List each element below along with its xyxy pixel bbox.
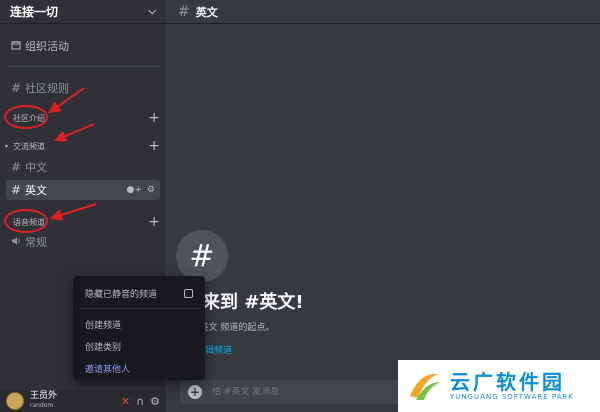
sidebar-item-events[interactable]: 组织活动 (6, 36, 160, 56)
mic-muted-icon[interactable]: ✕ (121, 395, 130, 408)
speaker-icon (11, 235, 25, 249)
gear-icon[interactable]: ⚙ (147, 185, 155, 195)
calendar-icon (11, 39, 25, 53)
channel-label: 中文 (25, 161, 47, 174)
avatar[interactable] (6, 392, 24, 410)
menu-item-label: 隐藏已静音的频道 (85, 289, 158, 300)
channel-title: 英文 (195, 5, 218, 19)
gear-icon[interactable]: ⚙ (150, 395, 160, 408)
category-label: 交流频道 (13, 141, 45, 151)
channel-label: 英文 (25, 184, 47, 197)
annotation-ellipse (4, 105, 48, 129)
menu-invite[interactable]: 邀请其他人 (79, 357, 199, 379)
menu-create-channel[interactable]: 创建频道 (79, 313, 199, 335)
category-chat[interactable]: ▾ 交流频道 + (2, 139, 160, 153)
channel-rules[interactable]: # 社区规则 (6, 78, 160, 98)
hash-icon: # (176, 230, 228, 282)
menu-create-category[interactable]: 创建类别 (79, 335, 199, 357)
menu-item-label: 邀请其他人 (85, 364, 131, 375)
headphones-icon[interactable]: ∩ (136, 395, 144, 408)
server-name: 连接一切 (10, 5, 59, 19)
add-attachment-icon[interactable]: + (188, 385, 202, 399)
user-panel: 王员外 random ✕ ∩ ⚙ (0, 390, 166, 412)
message-input[interactable] (212, 387, 412, 397)
hash-icon: # (11, 160, 22, 174)
watermark-en: YUNGUANG SOFTWARE PARK (450, 393, 574, 401)
hash-icon: # (11, 81, 22, 95)
menu-separator (79, 308, 199, 309)
sidebar-item-label: 组织活动 (25, 40, 69, 53)
menu-item-label: 创建类别 (85, 342, 122, 353)
plus-icon[interactable]: + (148, 139, 160, 153)
channel-label: 社区规则 (25, 82, 69, 95)
caret-down-icon: ▾ (5, 142, 9, 150)
add-member-icon[interactable]: ●+ (127, 185, 142, 195)
voice-channel-general[interactable]: 常规 (6, 232, 160, 252)
user-name: 王员外 (30, 391, 58, 401)
watermark-logo (410, 373, 440, 400)
server-header[interactable]: 连接一切 ⌵ (0, 0, 166, 24)
channel-chinese[interactable]: # 中文 (6, 157, 160, 177)
plus-icon[interactable]: + (148, 215, 160, 229)
plus-icon[interactable]: + (148, 111, 160, 125)
checkbox[interactable] (184, 288, 193, 298)
chevron-down-icon: ⌵ (148, 6, 156, 17)
user-tag: random (30, 402, 54, 409)
watermark-cn: 云广软件园 (450, 370, 565, 394)
channel-header: # 英文 (166, 0, 600, 24)
channel-english[interactable]: # 英文 ●+ ⚙ (6, 180, 160, 200)
menu-hide-muted[interactable]: 隐藏已静音的频道 (79, 282, 199, 304)
hash-icon: # (178, 3, 190, 20)
annotation-ellipse (4, 209, 48, 233)
context-menu: 隐藏已静音的频道 创建频道 创建类别 邀请其他人 (73, 276, 205, 380)
hash-icon: # (11, 183, 22, 197)
watermark: 云广软件园 YUNGUANG SOFTWARE PARK (398, 360, 600, 412)
divider (6, 66, 160, 67)
menu-item-label: 创建频道 (85, 320, 122, 331)
channel-label: 常规 (25, 236, 47, 249)
